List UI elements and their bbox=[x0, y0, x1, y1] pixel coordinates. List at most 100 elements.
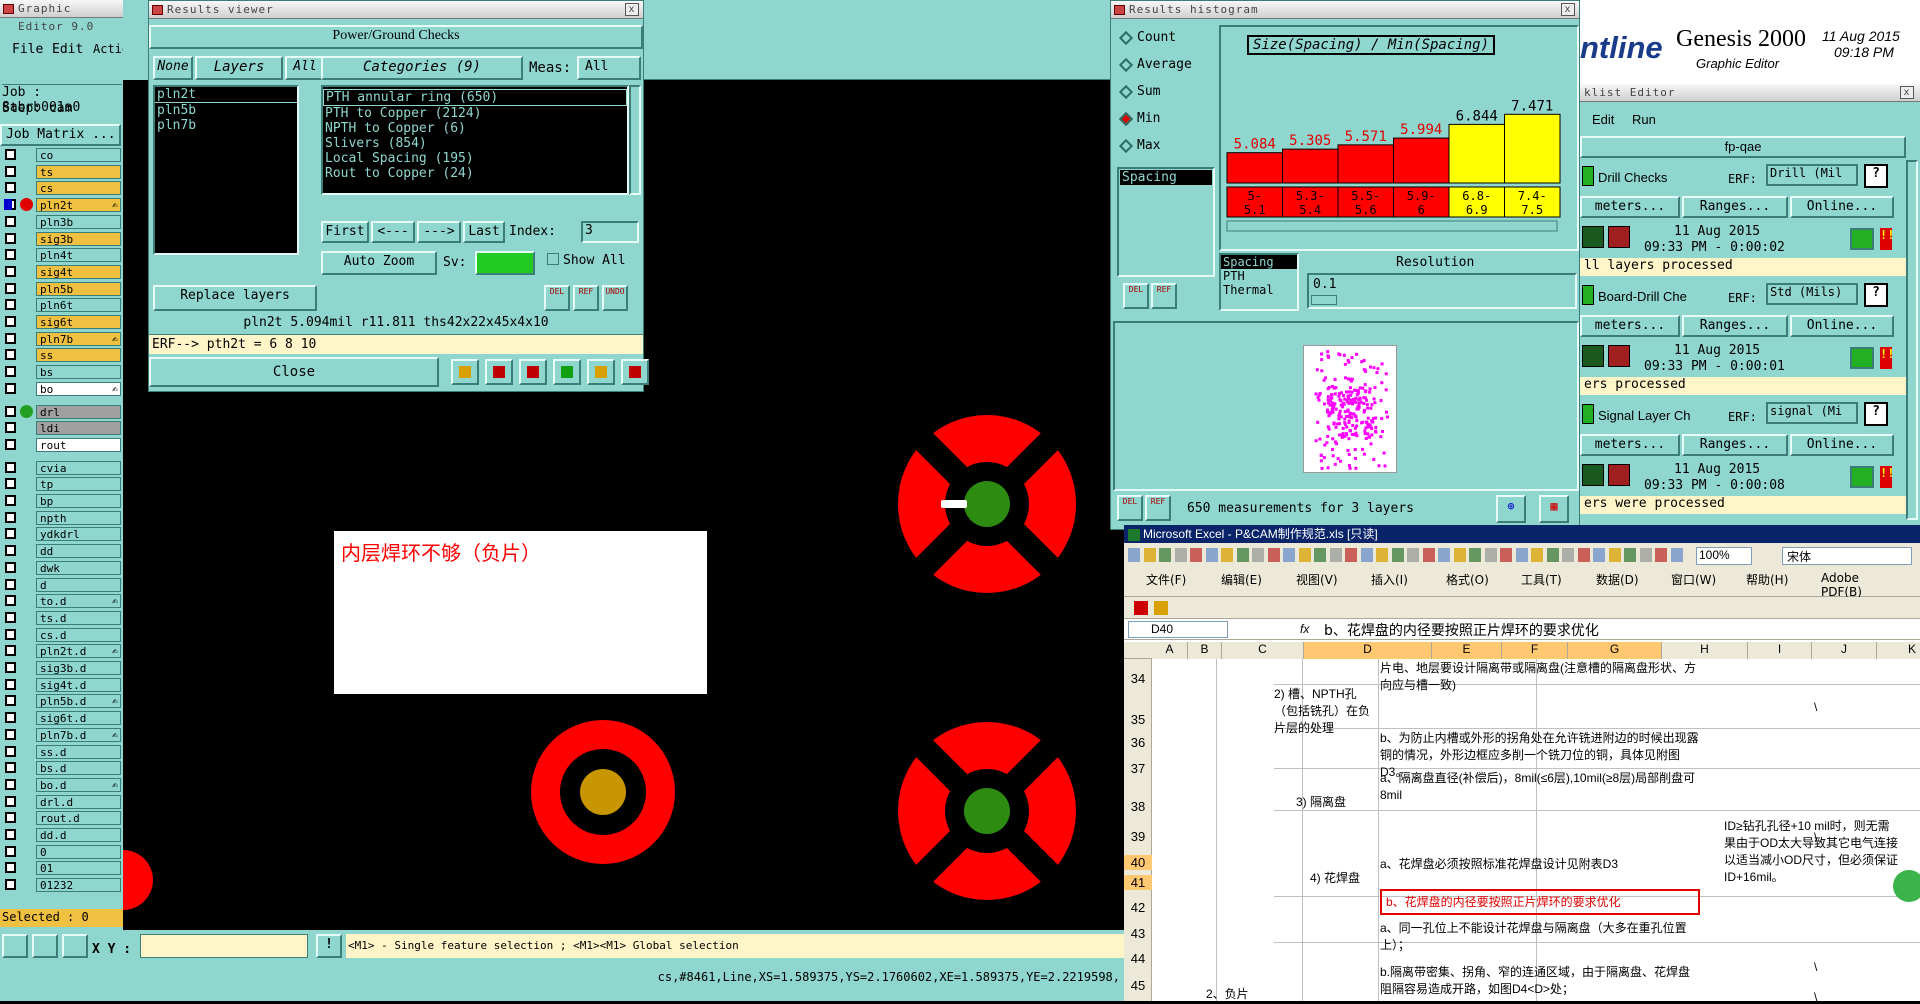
toolbar-icon[interactable] bbox=[1593, 548, 1605, 562]
toolbar-icon[interactable] bbox=[1283, 548, 1295, 562]
warning-icon[interactable]: ! bbox=[316, 934, 342, 958]
zoom-icon[interactable] bbox=[1850, 347, 1874, 369]
stop-icon[interactable] bbox=[1608, 226, 1630, 248]
layer-row[interactable]: bo.d ✍ bbox=[4, 777, 121, 792]
tool-icon-3[interactable] bbox=[62, 934, 88, 958]
erf-select[interactable]: signal (Mi bbox=[1766, 402, 1858, 424]
row-header[interactable]: 34 bbox=[1124, 671, 1152, 686]
layer-checkbox[interactable] bbox=[5, 149, 16, 160]
toolbar-icon[interactable] bbox=[1205, 548, 1218, 562]
row-header[interactable]: 44 bbox=[1124, 951, 1152, 966]
layer-checkbox[interactable] bbox=[5, 778, 16, 790]
sheet-cell[interactable]: 片电、地层要设计隔离带或隔离盘(注意槽的隔离盘形状、方向应与槽一致) bbox=[1380, 660, 1706, 694]
layer-checkbox[interactable] bbox=[5, 545, 16, 557]
layer-row[interactable]: sig4t.d bbox=[4, 677, 121, 692]
first-button[interactable]: First bbox=[321, 221, 369, 243]
histogram-bar[interactable] bbox=[1504, 113, 1561, 184]
categories-button[interactable]: Categories (9) bbox=[321, 56, 523, 80]
font-select[interactable]: 宋体 bbox=[1782, 547, 1912, 565]
layer-row[interactable]: sig6t bbox=[4, 315, 121, 329]
last-button[interactable]: Last bbox=[463, 221, 505, 243]
layer-checkbox[interactable] bbox=[5, 528, 16, 540]
pdf-email-icon[interactable] bbox=[1154, 601, 1168, 615]
excel-menu-item[interactable]: 视图(V) bbox=[1296, 571, 1338, 588]
layer-row[interactable]: bp bbox=[4, 494, 121, 508]
layer-row[interactable]: sig3b.d bbox=[4, 661, 121, 675]
toolbar-icon[interactable] bbox=[1484, 548, 1497, 562]
list-item[interactable]: Local Spacing (195) bbox=[323, 151, 627, 166]
layer-row[interactable]: bs bbox=[4, 365, 121, 380]
row-header[interactable]: 35 bbox=[1124, 712, 1152, 727]
parameters-button[interactable]: meters... bbox=[1580, 196, 1680, 218]
close-icon[interactable]: x bbox=[1900, 86, 1914, 99]
sheet-cell[interactable]: 以适当减小OD尺寸，但必须保证 bbox=[1724, 852, 1920, 869]
excel-titlebar[interactable]: Microsoft Excel - P&CAM制作规范.xls [只读] bbox=[1124, 525, 1920, 543]
chart-icon[interactable]: ▦ bbox=[1539, 495, 1569, 523]
toolbar-icon[interactable] bbox=[1298, 548, 1311, 562]
toolbar-icon[interactable] bbox=[1360, 548, 1373, 562]
toolbar-icon[interactable] bbox=[1329, 548, 1342, 562]
spacing-list[interactable]: Spacing bbox=[1117, 167, 1215, 277]
layer-checkbox[interactable] bbox=[5, 595, 16, 607]
excel-menu-item[interactable]: Adobe PDF(B) bbox=[1821, 571, 1862, 599]
close-icon[interactable]: x bbox=[1561, 3, 1575, 16]
ranges-button[interactable]: Ranges... bbox=[1682, 315, 1788, 337]
online-button[interactable]: Online... bbox=[1790, 196, 1894, 218]
toolbar-icon[interactable] bbox=[1453, 548, 1466, 562]
layer-checkbox[interactable] bbox=[5, 182, 16, 194]
layer-row[interactable]: sig3b bbox=[4, 231, 121, 246]
layer-row[interactable]: pln5b.d ✍ bbox=[4, 694, 121, 709]
layer-checkbox[interactable] bbox=[5, 282, 16, 294]
row-header[interactable]: 45 bbox=[1124, 978, 1152, 993]
layer-checkbox[interactable] bbox=[5, 578, 16, 590]
sheet-cell[interactable]: \ bbox=[1814, 960, 1817, 974]
layer-row[interactable]: pln6t bbox=[4, 298, 121, 313]
toolbar-icon[interactable] bbox=[1267, 548, 1280, 562]
toolbar-icon[interactable] bbox=[1221, 548, 1233, 562]
category-list[interactable]: PTH annular ring (650) PTH to Copper (21… bbox=[321, 85, 629, 195]
fx-icon[interactable]: fx bbox=[1300, 622, 1309, 636]
radio-icon[interactable] bbox=[1118, 57, 1134, 73]
checklist-menu-edit[interactable]: Edit bbox=[1592, 112, 1614, 127]
layer-checkbox[interactable] bbox=[5, 265, 16, 277]
list-item[interactable]: PTH bbox=[1221, 269, 1297, 283]
sheet-cell[interactable]: b、花焊盘的内径要按照正片焊环的要求优化 bbox=[1386, 894, 1696, 911]
layer-checkbox[interactable] bbox=[5, 795, 16, 807]
sheet-cell[interactable]: 4) 花焊盘 bbox=[1310, 870, 1390, 887]
list-item[interactable]: pln2t bbox=[155, 87, 297, 103]
excel-menu-item[interactable]: 文件(F) bbox=[1146, 571, 1186, 588]
toolbar-icon[interactable] bbox=[1422, 548, 1435, 562]
sv-color-select[interactable] bbox=[475, 251, 535, 275]
toolbar-icon[interactable] bbox=[1639, 548, 1652, 562]
layer-row[interactable]: dd bbox=[4, 544, 121, 559]
layer-row[interactable]: sig6t.d bbox=[4, 711, 121, 726]
list-item[interactable]: NPTH to Copper (6) bbox=[323, 121, 627, 136]
toolbar-icon[interactable] bbox=[1159, 548, 1171, 562]
editor-titlebar[interactable]: Graphic Editor 9.0 bbox=[0, 0, 123, 33]
sheet-cell[interactable]: \ bbox=[1814, 830, 1817, 844]
layer-row[interactable]: 0 bbox=[4, 844, 121, 859]
run-icon[interactable] bbox=[1582, 464, 1604, 486]
erf-select[interactable]: Drill (Mil bbox=[1766, 164, 1858, 186]
stat-option[interactable]: Max bbox=[1111, 137, 1221, 157]
stat-option[interactable]: Average bbox=[1111, 56, 1221, 76]
column-header[interactable]: B bbox=[1188, 642, 1222, 659]
layer-checkbox[interactable] bbox=[5, 422, 16, 434]
row-header[interactable]: 36 bbox=[1124, 735, 1152, 750]
sheet-cell[interactable]: b.隔离带密集、拐角、窄的连通区域，由于隔离盘、花焊盘阻隔容易造成开路，如图D4… bbox=[1380, 964, 1700, 998]
spreadsheet-grid[interactable]: A B C D E F G H I J K 34 35 36 37 38 39 40 41 42 43 44 45 片电、地层… bbox=[1124, 642, 1920, 1004]
toolbar-icon[interactable] bbox=[1670, 548, 1683, 562]
radio-icon[interactable] bbox=[1118, 138, 1134, 154]
checklist-titlebar[interactable]: klist Editor x bbox=[1580, 84, 1920, 102]
layer-checkbox[interactable] bbox=[5, 812, 16, 824]
toolbar-icon[interactable] bbox=[1624, 548, 1636, 562]
list-item[interactable]: Spacing bbox=[1221, 255, 1297, 269]
column-header[interactable]: J bbox=[1812, 642, 1877, 659]
float-badge-icon[interactable] bbox=[1893, 870, 1920, 902]
layer-checkbox[interactable] bbox=[5, 879, 16, 891]
toolbar-icon[interactable] bbox=[1562, 548, 1574, 562]
layer-row[interactable]: bs.d bbox=[4, 761, 121, 776]
layer-checkbox[interactable] bbox=[5, 495, 16, 506]
layer-checkbox[interactable] bbox=[5, 165, 16, 177]
menu-edit[interactable]: Edit bbox=[52, 42, 83, 57]
